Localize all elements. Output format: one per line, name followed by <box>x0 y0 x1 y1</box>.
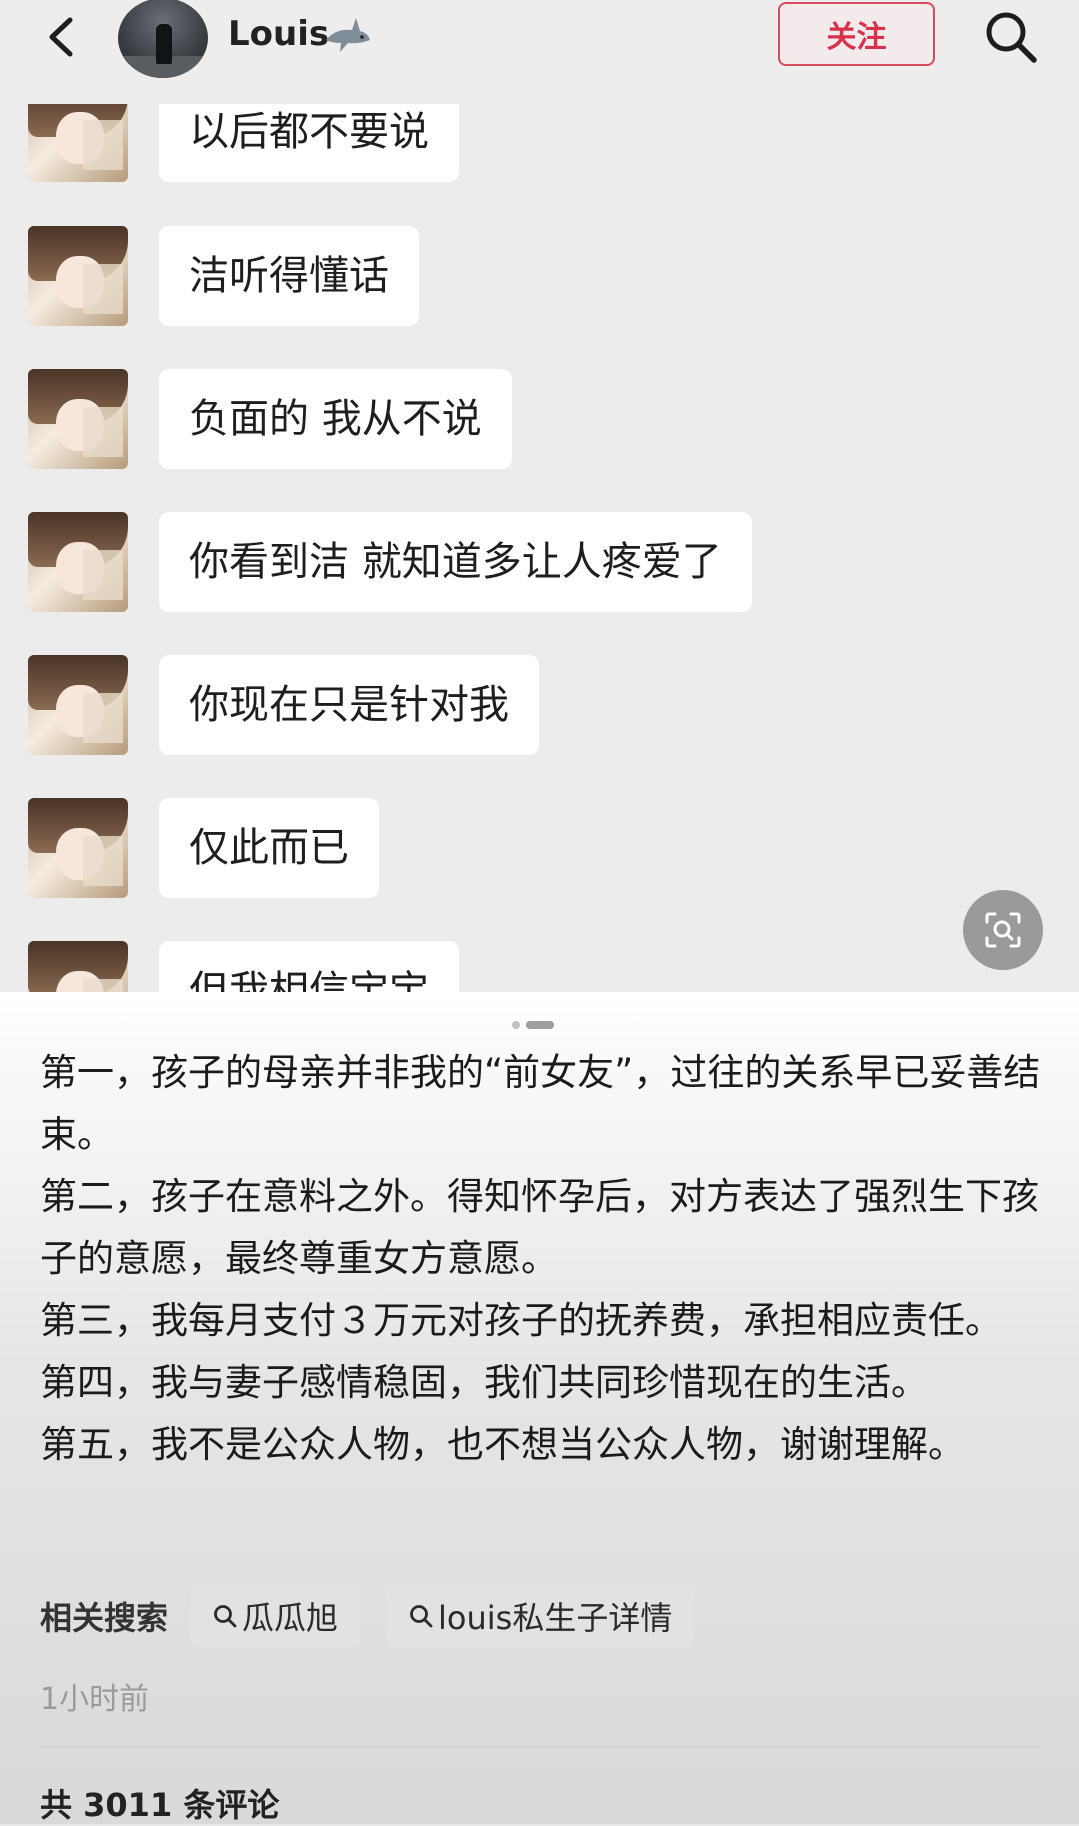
image-pager-indicator <box>512 1014 560 1033</box>
user-avatar[interactable] <box>118 0 208 78</box>
message-bubble: 洁听得懂话 <box>159 226 419 326</box>
image-search-icon <box>985 912 1021 948</box>
post-paragraph: 第四，我与妻子感情稳固，我们共同珍惜现在的生活。 <box>40 1361 928 1404</box>
back-icon[interactable] <box>40 12 90 62</box>
search-icon[interactable] <box>982 8 1040 66</box>
related-searches-label: 相关搜索 <box>40 1599 169 1637</box>
search-icon <box>410 1605 433 1628</box>
post-paragraph: 第五，我不是公众人物，也不想当公众人物，谢谢理解。 <box>40 1423 965 1466</box>
message-bubble: 以后都不要说 <box>159 104 459 182</box>
related-searches: 相关搜索 瓜瓜旭 louis私生子详情 <box>40 1584 720 1648</box>
chat-screenshot: 以后都不要说 洁听得懂话 负面的 我从不说 你看到洁 就知道多让人疼爱了 你现在… <box>0 104 1079 992</box>
message-bubble: 你现在只是针对我 <box>159 655 539 755</box>
sender-avatar <box>28 798 128 898</box>
related-search-chip[interactable]: louis私生子详情 <box>386 1584 695 1648</box>
sender-avatar <box>28 369 128 469</box>
post-paragraph: 第三，我每月支付３万元对孩子的抚养费，承担相应责任。 <box>40 1299 1002 1342</box>
sender-avatar <box>28 512 128 612</box>
pager-dot-active <box>526 1021 554 1029</box>
post-paragraph: 第一，孩子的母亲并非我的“前女友”，过往的关系早已妥善结束。 <box>40 1051 1041 1156</box>
post-paragraph: 第二，孩子在意料之外。得知怀孕后，对方表达了强烈生下孩子的意愿，最终尊重女方意愿… <box>40 1175 1039 1280</box>
image-search-button[interactable] <box>963 890 1043 970</box>
search-icon <box>214 1605 237 1628</box>
message-bubble: 但我相信宝宝 <box>159 941 459 992</box>
follow-button[interactable]: 关注 <box>778 2 935 66</box>
post-text: 第一，孩子的母亲并非我的“前女友”，过往的关系早已妥善结束。 第二，孩子在意料之… <box>40 1042 1050 1476</box>
post-content: 第一，孩子的母亲并非我的“前女友”，过往的关系早已妥善结束。 第二，孩子在意料之… <box>0 992 1079 1824</box>
pager-dot <box>512 1021 520 1029</box>
message-bubble: 你看到洁 就知道多让人疼爱了 <box>159 512 752 612</box>
sender-avatar <box>28 655 128 755</box>
divider <box>40 1746 1040 1747</box>
related-search-label: 瓜瓜旭 <box>242 1599 339 1637</box>
sender-avatar <box>28 104 128 182</box>
shark-icon <box>326 18 370 52</box>
sender-avatar <box>28 226 128 326</box>
related-search-label: louis私生子详情 <box>438 1599 673 1637</box>
comment-count[interactable]: 共 3011 条评论 <box>40 1780 279 1826</box>
top-bar: Louis 关注 <box>0 0 1079 104</box>
username[interactable]: Louis <box>228 14 329 54</box>
message-bubble: 负面的 我从不说 <box>159 369 512 469</box>
message-bubble: 仅此而已 <box>159 798 379 898</box>
post-timestamp: 1小时前 <box>40 1682 150 1717</box>
sender-avatar <box>28 941 128 992</box>
related-search-chip[interactable]: 瓜瓜旭 <box>190 1584 361 1648</box>
